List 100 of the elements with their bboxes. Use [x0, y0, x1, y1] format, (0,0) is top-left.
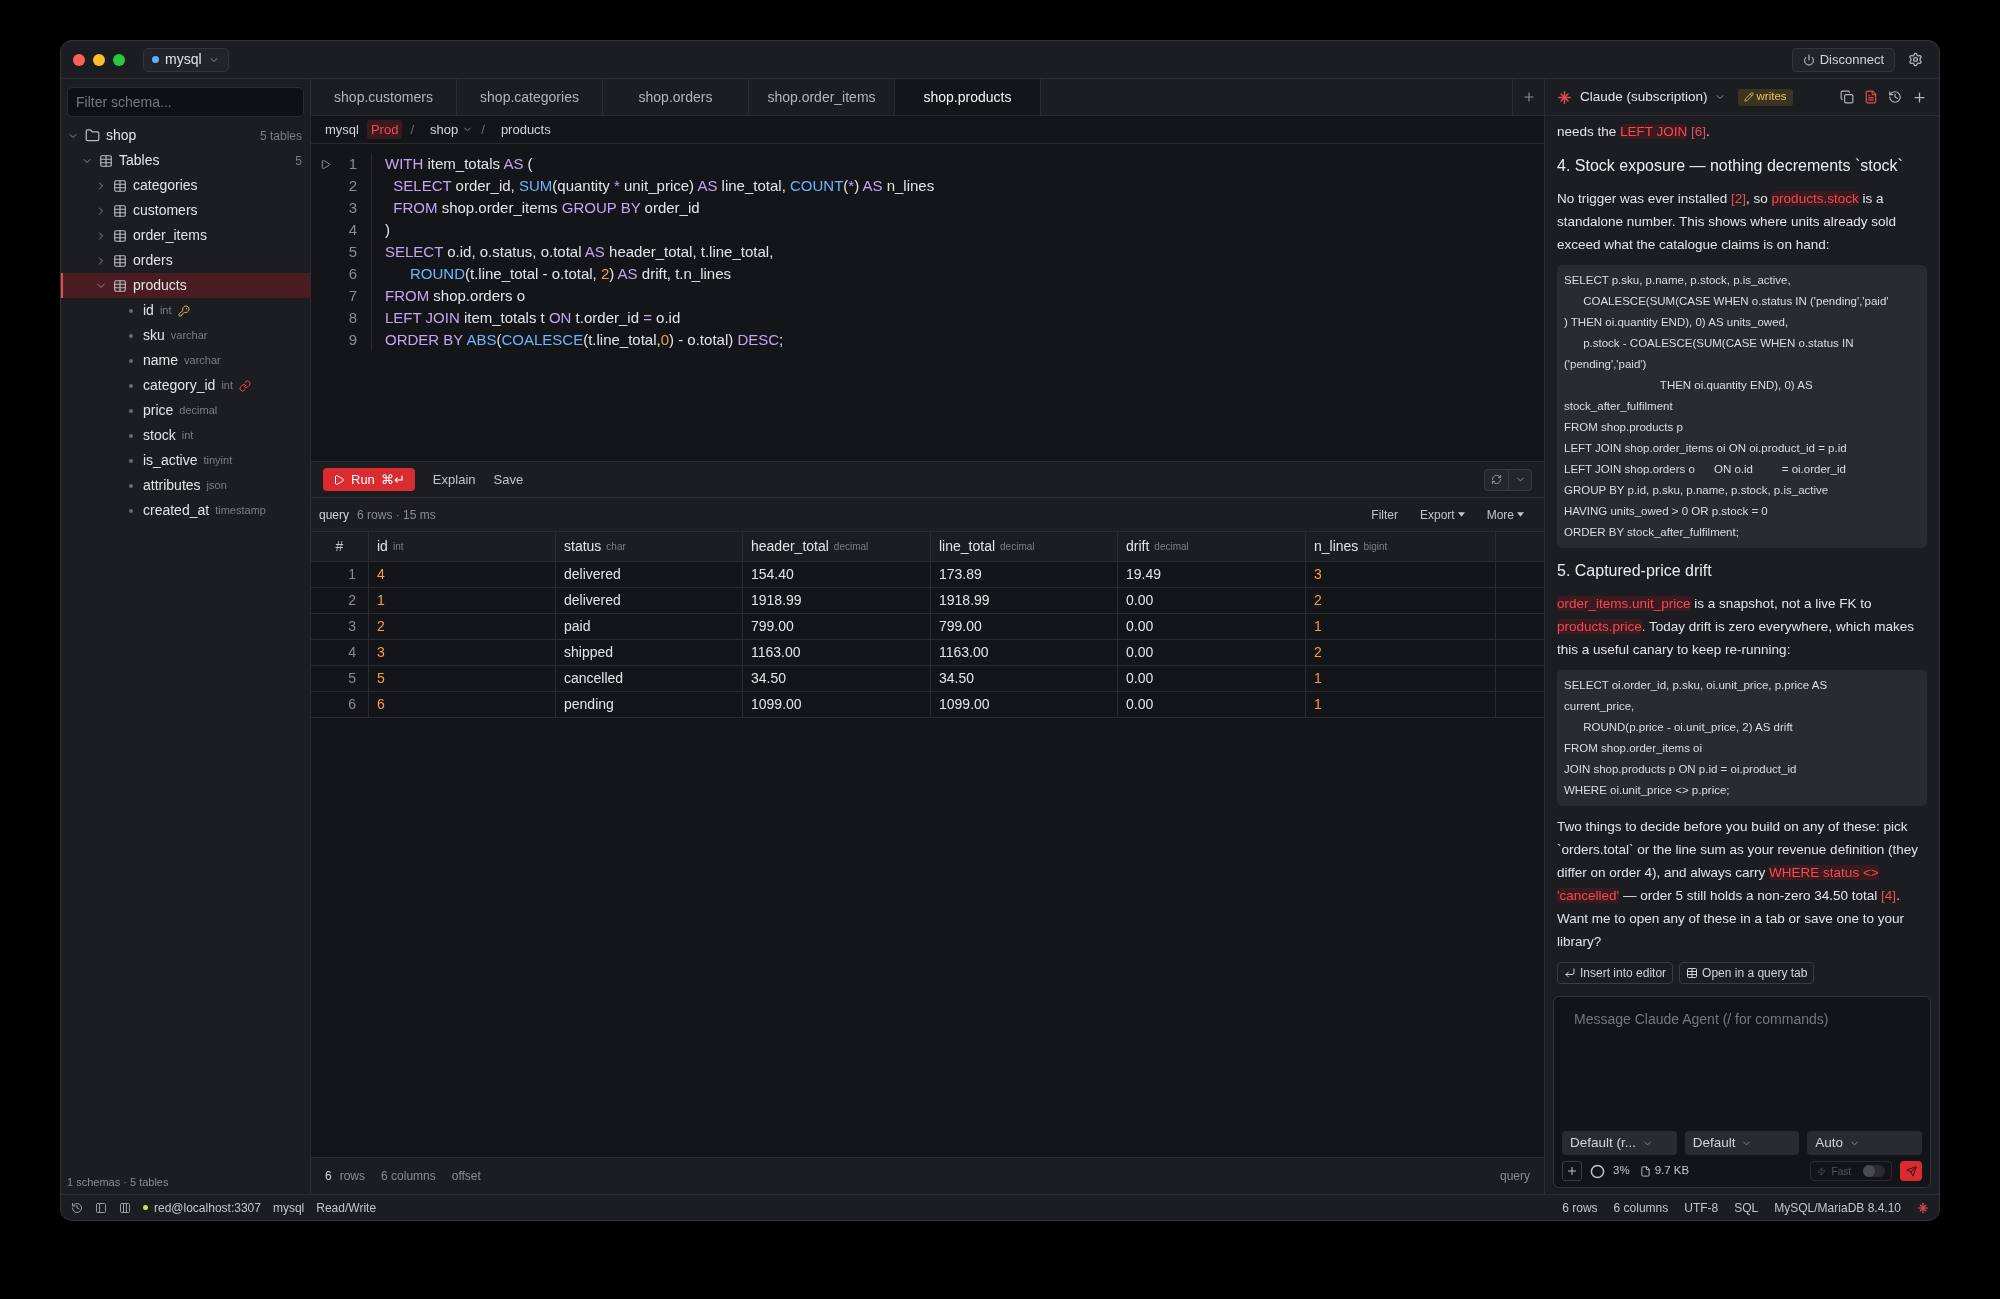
status-item: 6 rows [1562, 1199, 1598, 1217]
toolbar-button[interactable]: Save [493, 469, 524, 490]
code-block: SELECT p.sku, p.name, p.stock, p.is_active, COALESCE(SUM(CASE WHEN o.status IN ('pending','paid' ) THEN oi.quantity END), 0) AS units_owed, p.stock - COALESCE(SUM(CASE WHEN o.status IN ('pending','paid') THEN oi.quantity END), 0) AS stock_after_fulfilment FROM shop.products p LEFT JOIN shop.order_items oi ON oi.product_id = p.id LEFT JOIN shop.orders o ON o.id = oi.order_id GROUP BY p.id, p.sku, p.name, p.stock, p.is_active HAVING units_owed > 0 OR p.stock = 0 ORDER BY stock_after_fulfilment; [1557, 265, 1927, 548]
copy-icon[interactable] [1840, 90, 1854, 104]
result-action-button[interactable]: More [1486, 505, 1524, 524]
column-header[interactable]: status char [556, 532, 743, 562]
settings-icon [1907, 52, 1923, 67]
play-icon [333, 473, 345, 486]
message-paragraph: No trigger was ever installed [2], so products.stock is a standalone number. This shows where units already sold exceed what the catalogue claims is on hand: [1557, 190, 1897, 254]
table-cell: 3 [1306, 562, 1496, 588]
table-cell: 0.00 [1118, 640, 1306, 666]
line-number: 7 [347, 285, 357, 306]
row-number: 1 [311, 562, 369, 588]
column-header[interactable]: header_total decimal [743, 532, 931, 562]
column-count: 6 columns [381, 1168, 436, 1185]
return-icon [1564, 967, 1576, 979]
driver-label: mysql [272, 1199, 305, 1217]
column-header[interactable]: line_total decimal [931, 532, 1118, 562]
tree-item[interactable]: shop 5 tables [61, 123, 310, 148]
tree-item[interactable]: products [61, 273, 310, 298]
editor-tab[interactable]: shop.products [895, 79, 1041, 115]
tree-item[interactable]: customers [61, 198, 310, 223]
tree-item[interactable]: price decimal [61, 398, 310, 423]
message-field[interactable]: Message Claude Agent (/ for commands) [1562, 997, 1922, 1131]
tree-item[interactable]: sku varchar [61, 323, 310, 348]
table-icon [113, 253, 127, 268]
row-number: 5 [311, 666, 369, 692]
tree-item[interactable]: attributes json [61, 473, 310, 498]
tree-item[interactable]: order_items [61, 223, 310, 248]
result-action-button[interactable]: Export [1419, 505, 1465, 524]
tree-item[interactable]: stock int [61, 423, 310, 448]
message-composer[interactable]: Message Claude Agent (/ for commands) Default (r... Default Auto 3% 9.7 KB Fast [1553, 996, 1931, 1188]
tree-item[interactable]: categories [61, 173, 310, 198]
line-number: 8 [347, 307, 357, 328]
table-cell: 6 [369, 692, 556, 718]
action-button[interactable]: Insert into editor [1557, 962, 1674, 984]
column-header[interactable]: drift decimal [1118, 532, 1306, 562]
bullet-icon [129, 458, 133, 463]
code-line: SELECT o.id, o.status, o.total AS header_total, t.line_total, [385, 241, 774, 262]
table-cell: 799.00 [931, 614, 1118, 640]
option-select[interactable]: Default (r... [1562, 1131, 1677, 1155]
connection-select[interactable]: mysql [143, 47, 229, 72]
send-button[interactable] [1900, 1161, 1922, 1181]
bullet-icon [129, 508, 133, 513]
bullet-icon [129, 383, 133, 388]
minimize-button[interactable] [93, 53, 105, 66]
lightning-icon [1816, 1166, 1826, 1176]
tree-item[interactable]: orders [61, 248, 310, 273]
editor-tab[interactable]: shop.categories [457, 79, 603, 115]
table-cell: shipped [556, 640, 743, 666]
model-select[interactable]: Claude (subscription) [1580, 86, 1726, 108]
section-heading: 4. Stock exposure — nothing decrements `stock` [1557, 156, 1904, 176]
result-summary: 6 rows · 15 ms [357, 506, 436, 524]
table-cell: 173.89 [931, 562, 1118, 588]
tree-item[interactable]: Tables 5 [61, 148, 310, 173]
table-cell: 34.50 [743, 666, 931, 692]
history-icon[interactable] [71, 1201, 83, 1214]
close-button[interactable] [73, 53, 85, 66]
editor-tab[interactable]: shop.orders [603, 79, 749, 115]
tree-item[interactable]: is_active tinyint [61, 448, 310, 473]
run-line-icon[interactable] [320, 158, 331, 170]
toolbar-button[interactable]: Explain [432, 469, 476, 490]
line-number: 9 [347, 329, 357, 350]
column-header[interactable]: id int [369, 532, 556, 562]
table-cell: 0.00 [1118, 588, 1306, 614]
key-icon [177, 304, 190, 317]
sidebar-footer: 1 schemas · 5 tables [61, 1174, 310, 1194]
action-button[interactable]: Open in a query tab [1679, 962, 1815, 984]
disconnect-button[interactable]: Disconnect [1791, 47, 1895, 72]
column-header: # [311, 532, 369, 562]
zoom-button[interactable] [113, 53, 125, 66]
result-mode: query [1499, 1168, 1530, 1185]
bullet-icon [129, 358, 133, 363]
option-select[interactable]: Auto [1807, 1131, 1922, 1155]
schema-select[interactable]: shop [430, 119, 474, 140]
columns-icon[interactable] [119, 1201, 131, 1214]
breadcrumb-item: mysql [325, 120, 359, 139]
history-icon[interactable] [1888, 90, 1902, 104]
table-icon [113, 178, 127, 193]
table-icon [1686, 967, 1699, 979]
sidebar-icon[interactable] [95, 1201, 107, 1214]
option-select[interactable]: Default [1684, 1131, 1800, 1155]
tree-item[interactable]: category_id int [61, 373, 310, 398]
tree-item[interactable]: created_at timestamp [61, 498, 310, 523]
table-cell: 0.00 [1118, 614, 1306, 640]
line-number: 5 [347, 241, 357, 262]
table-icon [113, 278, 127, 293]
run-button[interactable]: Run ⌘↵ [323, 468, 415, 491]
tree-item[interactable]: name varchar [61, 348, 310, 373]
plus-icon[interactable] [1912, 89, 1927, 105]
column-header[interactable]: n_lines bigint [1306, 532, 1496, 562]
tree-item[interactable]: id int [61, 298, 310, 323]
filter-field[interactable]: Filter schema... [67, 87, 304, 117]
document-icon[interactable] [1864, 90, 1878, 104]
code-line: ROUND(t.line_total - o.total, 2) AS drift, t.n_lines [409, 263, 731, 284]
editor-tab[interactable]: shop.customers [311, 79, 457, 115]
table-cell: delivered [556, 588, 743, 614]
attach-button[interactable] [1562, 1161, 1582, 1181]
status-item: MySQL/MariaDB 8.4.10 [1774, 1199, 1901, 1217]
result-action-button[interactable]: Filter [1371, 505, 1398, 524]
